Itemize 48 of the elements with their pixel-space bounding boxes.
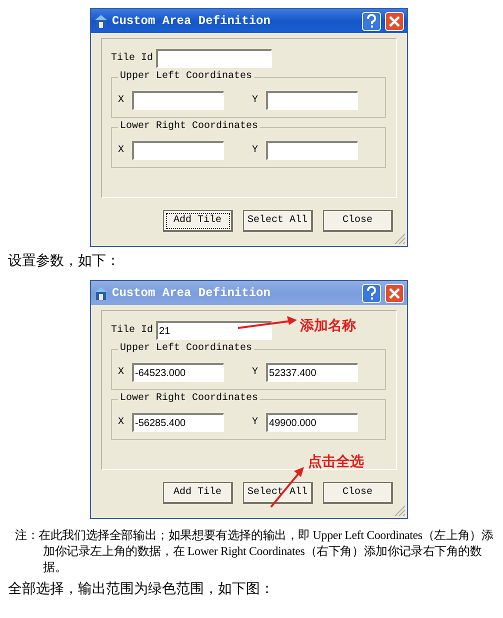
field-label: X — [118, 417, 124, 428]
window-title: Custom Area Definition — [112, 14, 272, 28]
dialog-button[interactable]: Add Tile — [163, 482, 233, 504]
input-field[interactable] — [132, 141, 224, 160]
field-label: Y — [252, 417, 258, 428]
group-title: Upper Left Coordinates — [118, 343, 254, 355]
group-title: Lower Right Coordinates — [118, 121, 260, 133]
close-icon — [387, 14, 402, 28]
group-title: Lower Right Coordinates — [118, 393, 260, 405]
input-field[interactable] — [266, 141, 358, 160]
input-field[interactable]: -56285.400 — [132, 413, 224, 432]
field-label: Tile Id — [111, 53, 154, 64]
app-icon — [94, 14, 108, 28]
annotation-text: 添加名称 — [300, 318, 356, 334]
question-mark-icon — [364, 286, 379, 300]
window-title: Custom Area Definition — [112, 286, 272, 300]
field-label: Tile Id — [111, 325, 154, 336]
input-field[interactable]: 49900.000 — [266, 413, 358, 432]
field-label: Y — [252, 145, 258, 156]
field-label: X — [118, 367, 124, 378]
annotation-text: 点击全选 — [308, 454, 364, 470]
dialog-button[interactable]: Select All — [243, 210, 313, 232]
close-icon — [387, 286, 402, 300]
field-label: Y — [252, 367, 258, 378]
dialog-button[interactable]: Add Tile — [163, 210, 233, 232]
input-field[interactable]: 21 — [156, 321, 272, 340]
note-text: 注：在此我们选择全部输出；如果想要有选择的输出，即 Upper Left Coordinates（左上角）添加你记录左上角的数据，在 Lower Right Coordinates（右下角）添加你记录右下角的数据。 — [14, 527, 494, 575]
field-label: X — [118, 145, 124, 156]
group-title: Upper Left Coordinates — [118, 71, 254, 83]
dialog-button[interactable]: Close — [323, 482, 393, 504]
help-button[interactable] — [362, 12, 381, 30]
arrow — [237, 315, 299, 330]
resize-grip-icon — [394, 233, 406, 245]
app-icon — [94, 286, 108, 300]
input-field[interactable] — [132, 91, 224, 110]
resize-grip-icon — [394, 505, 406, 517]
field-label: Y — [252, 95, 258, 106]
close-button[interactable] — [385, 12, 404, 30]
input-field[interactable]: -64523.000 — [132, 363, 224, 382]
field-label: X — [118, 95, 124, 106]
dialog-button[interactable]: Select All — [243, 482, 313, 504]
body-text: 设置参数，如下： — [8, 253, 121, 270]
input-field[interactable] — [156, 49, 272, 68]
input-field[interactable]: 52337.400 — [266, 363, 358, 382]
question-mark-icon — [364, 14, 379, 28]
input-field[interactable] — [266, 91, 358, 110]
body-text: 全部选择，输出范围为绿色范围，如下图： — [8, 581, 275, 598]
dialog-button[interactable]: Close — [323, 210, 393, 232]
